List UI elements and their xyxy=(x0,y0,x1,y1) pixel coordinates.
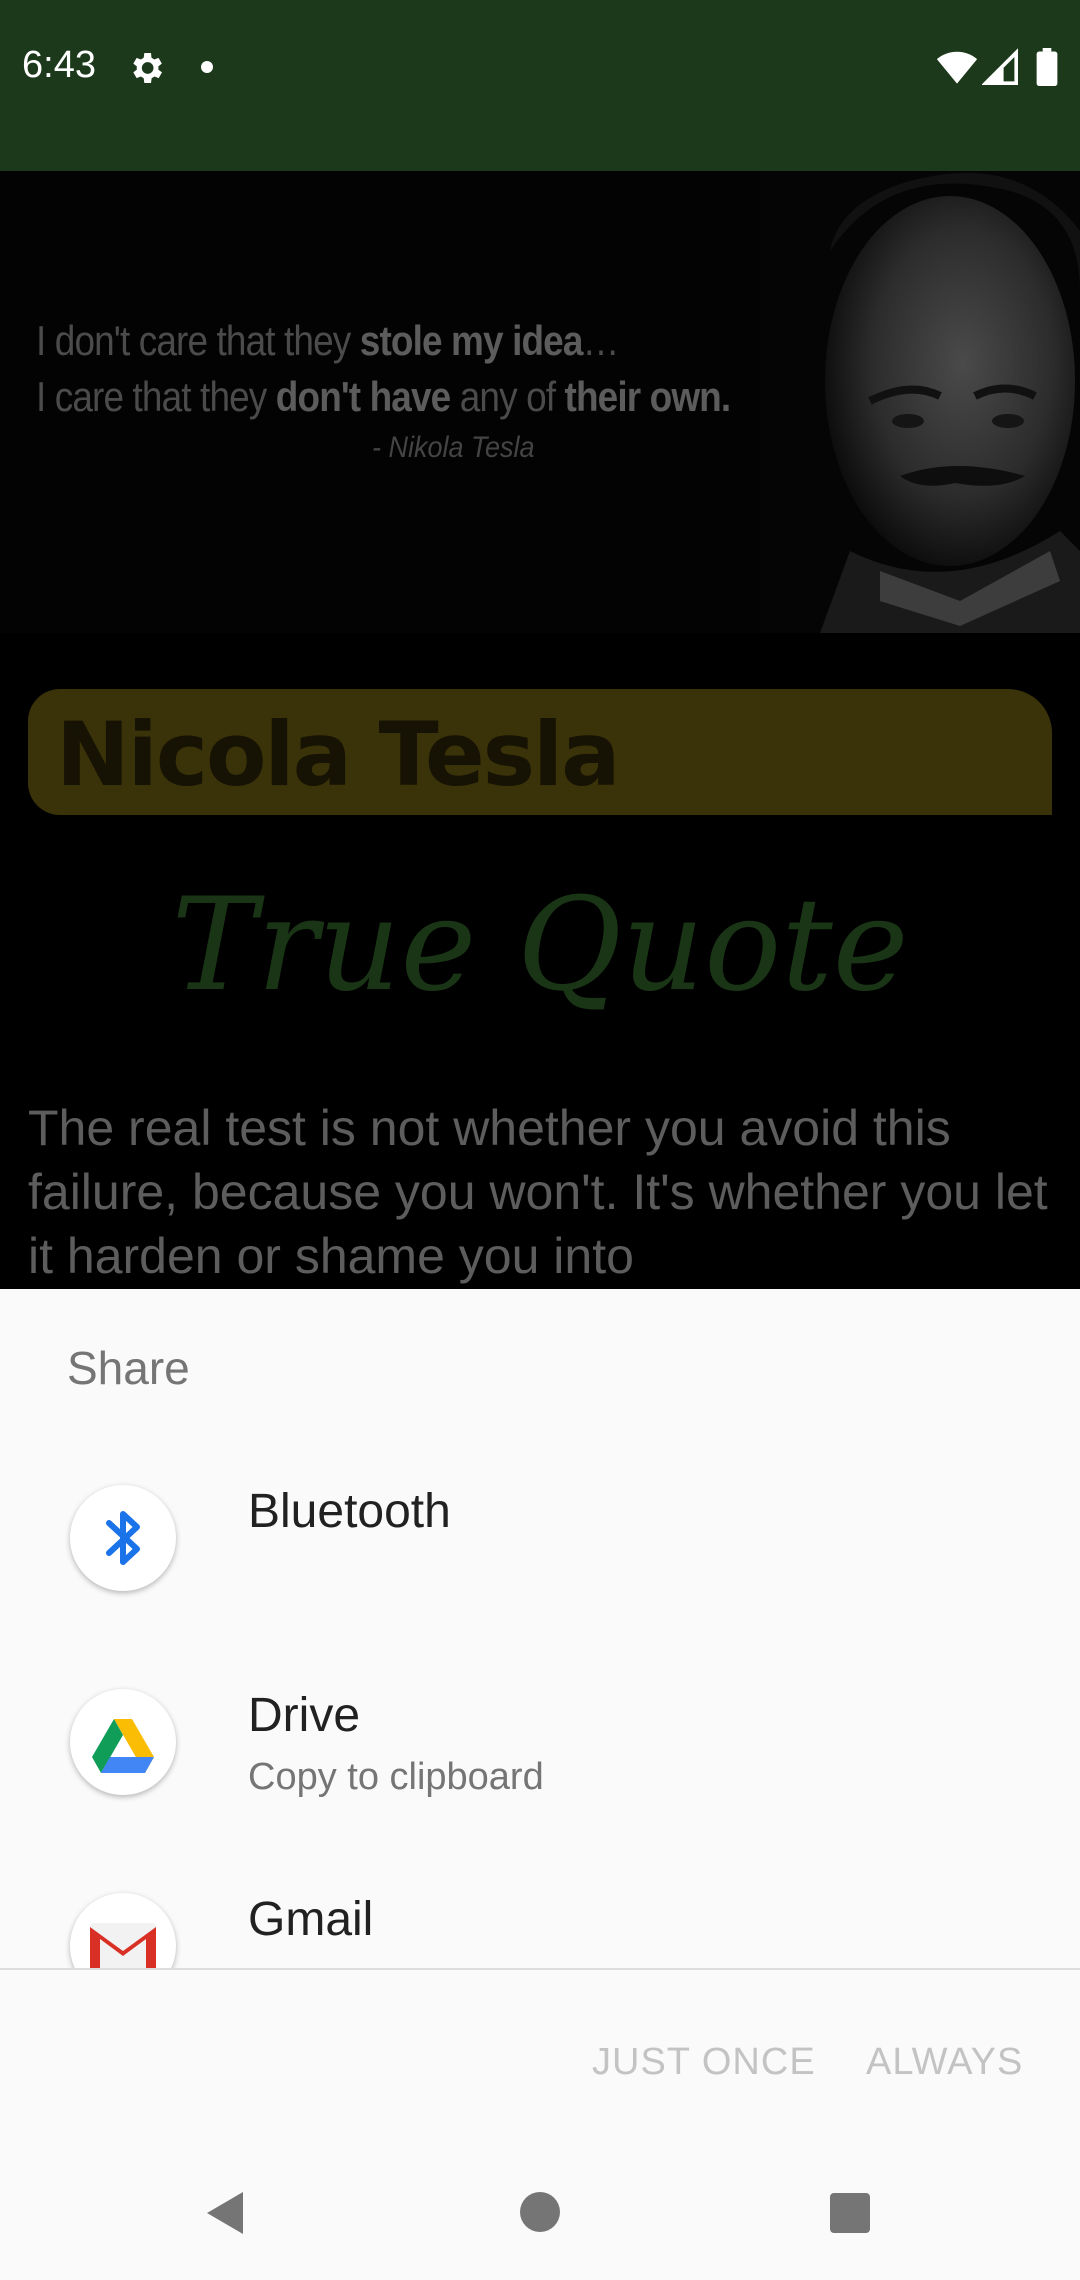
page-title: Nicola Tesla xyxy=(56,703,621,806)
hero-image: I don't care that they stole my idea… I … xyxy=(0,171,1080,633)
always-button[interactable]: ALWAYS xyxy=(866,2041,1023,2084)
back-icon[interactable] xyxy=(205,2190,245,2236)
button-bar xyxy=(0,1970,1080,2280)
share-sheet: Share Bluetooth Drive Copy to clipboard xyxy=(0,1289,1080,2280)
share-item-bluetooth[interactable]: Bluetooth xyxy=(0,1434,1080,1638)
share-item-label: Drive xyxy=(248,1689,361,1742)
wifi-icon xyxy=(936,51,978,84)
hero-author: - Nikola Tesla xyxy=(372,431,535,464)
google-drive-icon xyxy=(70,1689,176,1795)
home-icon[interactable] xyxy=(520,2192,560,2232)
share-item-label: Gmail xyxy=(248,1893,374,1946)
notification-dot xyxy=(201,61,213,73)
share-sheet-title: Share xyxy=(67,1342,190,1394)
battery-icon xyxy=(1036,48,1058,86)
status-time: 6:43 xyxy=(22,44,96,86)
share-item-label: Bluetooth xyxy=(248,1485,451,1538)
app-content: I don't care that they stole my idea… I … xyxy=(0,171,1080,1289)
hero-quote: I don't care that they stole my idea… I … xyxy=(36,313,796,465)
subtitle: True Quote xyxy=(171,871,909,1020)
just-once-button[interactable]: JUST ONCE xyxy=(592,2041,816,2084)
bluetooth-icon xyxy=(70,1485,176,1591)
divider xyxy=(0,1968,1080,1970)
quote-body: The real test is not whether you avoid t… xyxy=(28,1100,1048,1284)
share-item-subtitle: Copy to clipboard xyxy=(248,1756,544,1798)
cell-signal-icon xyxy=(982,48,1018,85)
portrait-image xyxy=(760,171,1080,633)
recents-icon[interactable] xyxy=(830,2193,870,2233)
status-bar: 6:43 xyxy=(0,0,1080,171)
title-banner: Nicola Tesla xyxy=(28,689,1052,815)
gear-icon xyxy=(133,53,162,83)
share-item-drive[interactable]: Drive Copy to clipboard xyxy=(0,1638,1080,1842)
